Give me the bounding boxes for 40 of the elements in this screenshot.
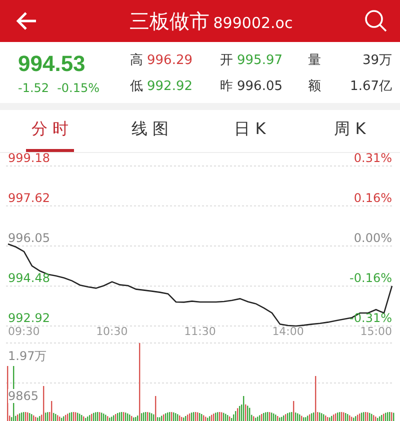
chart-tab[interactable]: 线 图 [126,110,174,152]
price-axis-label: 994.48 [8,272,50,285]
time-axis-label: 09:30 [8,325,40,339]
price-axis-label: 997.62 [8,192,50,205]
chart-tab[interactable]: 日 K [226,110,274,152]
percent-axis-label: 0.31% [354,152,392,165]
stat-label: 昨 [220,78,233,94]
back-icon[interactable] [16,11,38,31]
volume-axis-label: 9865 [8,389,39,403]
stat-label: 开 [220,52,233,68]
time-axis-label: 10:30 [96,325,128,339]
stock-code: 899002.oc [213,14,293,32]
stat-label: 高 [130,52,143,68]
price-axis-label: 999.18 [8,152,50,165]
percent-axis-label: 0.16% [354,192,392,205]
stat-label: 量 [308,52,321,68]
chart-tab[interactable]: 分 时 [26,110,74,152]
price-change: -1.52 [18,80,50,94]
stat-value: 996.05 [237,78,282,94]
volume-axis-label: 1.97万 [8,349,47,363]
percent-axis-label: -0.16% [350,272,392,285]
price-axis-label: 996.05 [8,232,50,245]
time-axis-label: 14:00 [272,325,304,339]
stat-value: 995.97 [237,52,282,68]
chart-tab[interactable]: 周 K [326,110,374,152]
percent-axis-label: -0.31% [350,312,392,325]
stat-value: 992.92 [147,78,192,94]
price-axis-label: 992.92 [8,312,50,325]
stat-value: 39万 [362,52,392,68]
percent-axis-label: 0.00% [354,232,392,245]
search-icon[interactable] [364,9,388,33]
percent-change: -0.15% [57,80,100,94]
time-axis-label: 15:00 [360,325,392,339]
stat-label: 低 [130,78,143,94]
page-title: 三板做市 [129,8,210,34]
stat-label: 额 [308,78,321,94]
stat-value: 996.29 [147,52,192,68]
current-price: 994.53 [18,50,86,76]
time-axis-label: 11:30 [184,325,216,339]
stat-value: 1.67亿 [350,78,392,94]
